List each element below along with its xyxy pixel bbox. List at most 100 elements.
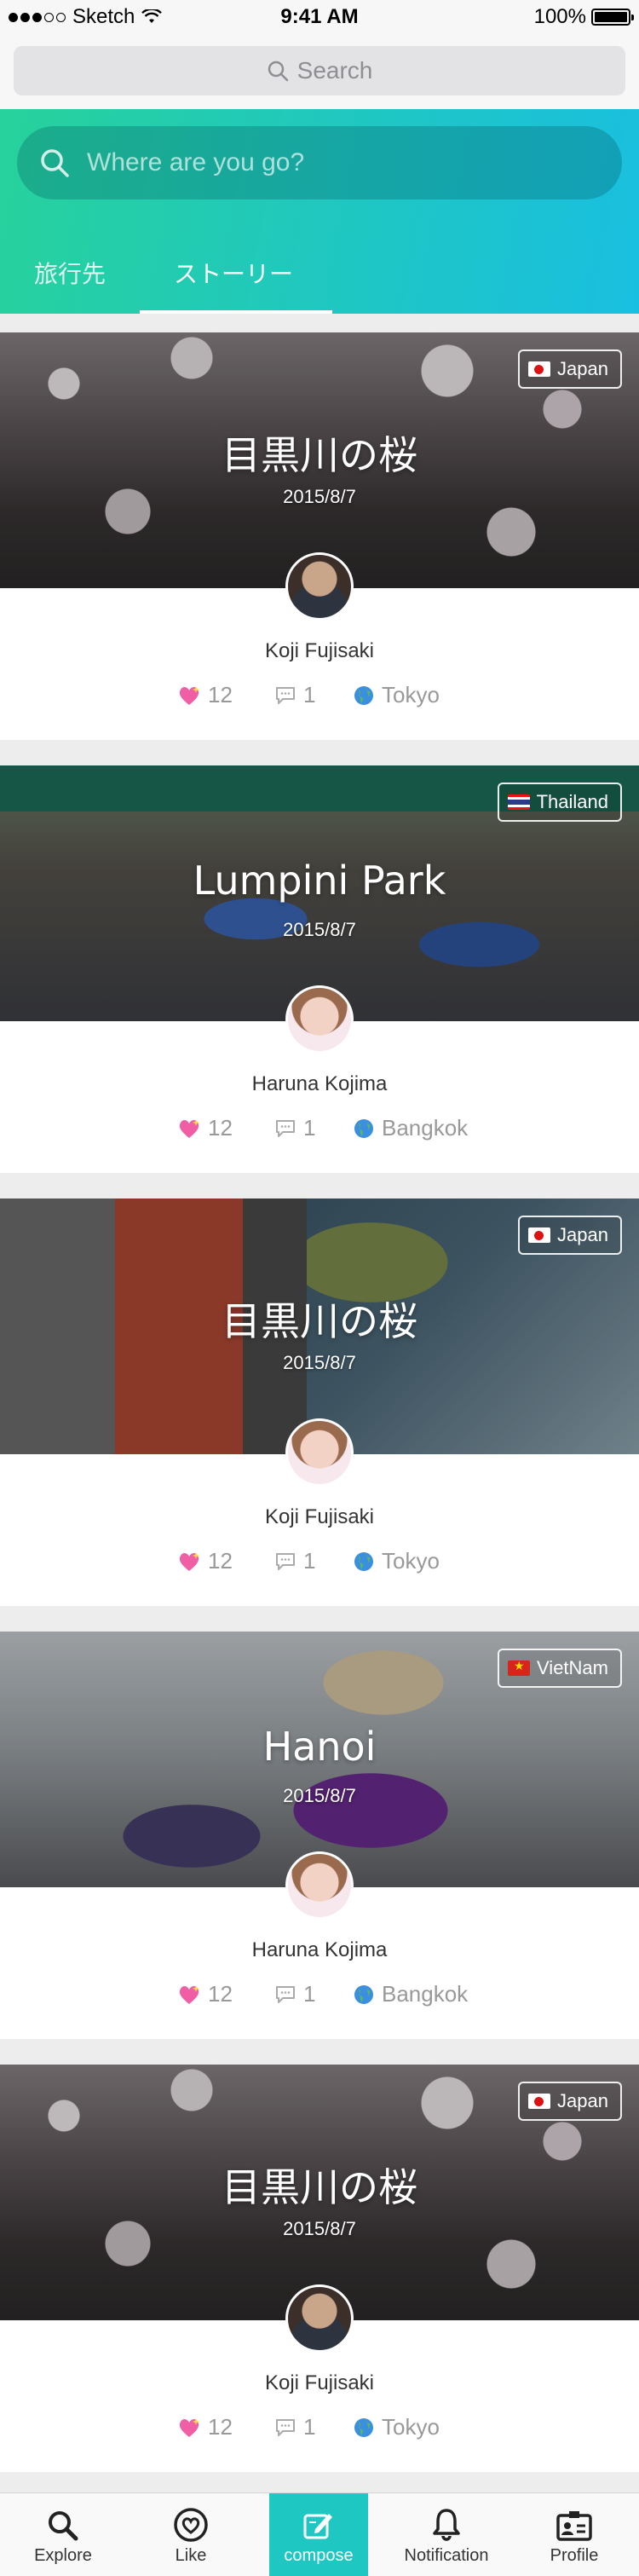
story-date: 2015/8/7	[283, 2218, 356, 2239]
tab-compose[interactable]: compose	[269, 2493, 368, 2576]
country-label: Japan	[557, 2090, 608, 2111]
sparkling-heart-icon	[179, 1984, 199, 2004]
comment-count[interactable]: 1	[274, 1981, 315, 2007]
tab-label: Profile	[550, 2546, 599, 2565]
comment-count[interactable]: 1	[274, 2414, 315, 2440]
author-name[interactable]: Koji Fujisaki	[0, 1505, 639, 1529]
destination-search[interactable]	[17, 126, 622, 199]
compose-icon	[303, 2514, 332, 2539]
story-stats: 12 1 Tokyo	[0, 682, 639, 716]
comment-count[interactable]: 1	[274, 682, 315, 708]
battery-percent: 100%	[533, 5, 586, 28]
sparkling-heart-icon	[179, 1551, 199, 1571]
location-tag[interactable]: Tokyo	[353, 1548, 440, 1574]
speech-bubble-icon	[276, 686, 295, 704]
story-date: 2015/8/7	[283, 1352, 356, 1373]
story-card[interactable]: Japan 目黒川の桜 2015/8/7 Koji Fujisaki 12 1 …	[0, 2065, 639, 2472]
category-tabs: 旅行先 ストーリー	[0, 237, 639, 314]
author-name[interactable]: Haruna Kojima	[0, 1938, 639, 1962]
sparkling-heart-icon	[179, 1118, 199, 1138]
speech-bubble-icon	[276, 1985, 295, 2003]
story-card[interactable]: Japan 目黒川の桜 2015/8/7 Koji Fujisaki 12 1 …	[0, 1198, 639, 1606]
story-photo[interactable]: VietNam Hanoi 2015/8/7	[0, 1632, 639, 1887]
author-name[interactable]: Haruna Kojima	[0, 1072, 639, 1096]
like-count[interactable]: 12	[177, 682, 233, 708]
globe-icon	[354, 1551, 373, 1571]
vietnam-flag-icon	[508, 1661, 531, 1676]
like-count[interactable]: 12	[177, 2414, 233, 2440]
story-title: Hanoi	[262, 1724, 377, 1770]
story-date: 2015/8/7	[283, 919, 356, 940]
tab-label: compose	[284, 2546, 354, 2565]
location-tag[interactable]: Bangkok	[353, 1115, 468, 1141]
country-badge[interactable]: Japan	[518, 2082, 622, 2121]
active-tab-indicator	[140, 310, 332, 314]
author-avatar[interactable]	[285, 1851, 354, 1920]
story-photo[interactable]: Thailand Lumpini Park 2015/8/7	[0, 765, 639, 1021]
story-stats: 12 1 Bangkok	[0, 1115, 639, 1149]
status-bar: Sketch 9:41 AM 100%	[0, 0, 639, 34]
story-stats: 12 1 Tokyo	[0, 2414, 639, 2448]
story-photo[interactable]: Japan 目黒川の桜 2015/8/7	[0, 1198, 639, 1454]
search-icon	[49, 2511, 78, 2541]
bell-icon	[433, 2509, 460, 2541]
thailand-flag-icon	[507, 794, 530, 810]
like-count[interactable]: 12	[177, 1548, 233, 1574]
country-badge[interactable]: Thailand	[497, 783, 622, 822]
japan-flag-icon	[528, 1227, 551, 1243]
search-field[interactable]: Search	[14, 46, 625, 95]
country-badge[interactable]: Japan	[518, 1216, 622, 1255]
story-title: 目黒川の桜	[222, 1298, 417, 1344]
location-tag[interactable]: Tokyo	[353, 682, 440, 708]
story-photo[interactable]: Japan 目黒川の桜 2015/8/7	[0, 332, 639, 588]
tab-profile[interactable]: Profile	[525, 2493, 624, 2576]
top-search-bar: Search	[0, 34, 639, 109]
battery-info: 100%	[533, 5, 634, 29]
story-card[interactable]: Thailand Lumpini Park 2015/8/7 Haruna Ko…	[0, 765, 639, 1173]
author-avatar[interactable]	[285, 1418, 354, 1487]
story-card[interactable]: Japan 目黒川の桜 2015/8/7 Koji Fujisaki 12 1 …	[0, 332, 639, 740]
story-stats: 12 1 Tokyo	[0, 1548, 639, 1582]
story-title: Lumpini Park	[193, 858, 446, 904]
tab-label: Notification	[404, 2546, 489, 2565]
globe-icon	[354, 1984, 373, 2004]
story-photo[interactable]: Japan 目黒川の桜 2015/8/7	[0, 2065, 639, 2320]
heart-icon	[174, 2508, 208, 2542]
author-name[interactable]: Koji Fujisaki	[0, 2371, 639, 2395]
country-label: Japan	[557, 1224, 608, 1245]
author-avatar[interactable]	[285, 2284, 354, 2353]
author-name[interactable]: Koji Fujisaki	[0, 639, 639, 663]
japan-flag-icon	[528, 2094, 551, 2109]
globe-icon	[354, 685, 373, 705]
like-count[interactable]: 12	[177, 1115, 233, 1141]
story-title: 目黒川の桜	[222, 432, 417, 478]
comment-count[interactable]: 1	[274, 1115, 315, 1141]
destination-input[interactable]	[87, 148, 564, 177]
country-badge[interactable]: VietNam	[498, 1649, 622, 1688]
story-title: 目黒川の桜	[222, 2164, 417, 2210]
search-icon	[268, 61, 288, 82]
globe-icon	[354, 1118, 373, 1138]
country-badge[interactable]: Japan	[518, 349, 622, 389]
author-avatar[interactable]	[285, 552, 354, 621]
like-count[interactable]: 12	[177, 1981, 233, 2007]
header-gradient: 旅行先 ストーリー	[0, 109, 639, 314]
tab-notification[interactable]: Notification	[397, 2493, 496, 2576]
location-tag[interactable]: Bangkok	[353, 1981, 468, 2007]
tab-like[interactable]: Like	[141, 2493, 240, 2576]
search-icon	[41, 149, 69, 177]
story-stats: 12 1 Bangkok	[0, 1981, 639, 2015]
comment-count[interactable]: 1	[274, 1548, 315, 1574]
story-date: 2015/8/7	[283, 1785, 356, 1806]
country-label: Japan	[557, 358, 608, 379]
author-avatar[interactable]	[285, 985, 354, 1054]
japan-flag-icon	[528, 361, 551, 377]
tab-destinations[interactable]: 旅行先	[34, 256, 106, 290]
tab-explore[interactable]: Explore	[14, 2493, 112, 2576]
location-tag[interactable]: Tokyo	[353, 2414, 440, 2440]
tab-label: Like	[175, 2546, 207, 2565]
tab-stories[interactable]: ストーリー	[174, 256, 293, 290]
tab-label: Explore	[34, 2546, 92, 2565]
story-card[interactable]: VietNam Hanoi 2015/8/7 Haruna Kojima 12 …	[0, 1632, 639, 2039]
sparkling-heart-icon	[179, 2417, 199, 2437]
